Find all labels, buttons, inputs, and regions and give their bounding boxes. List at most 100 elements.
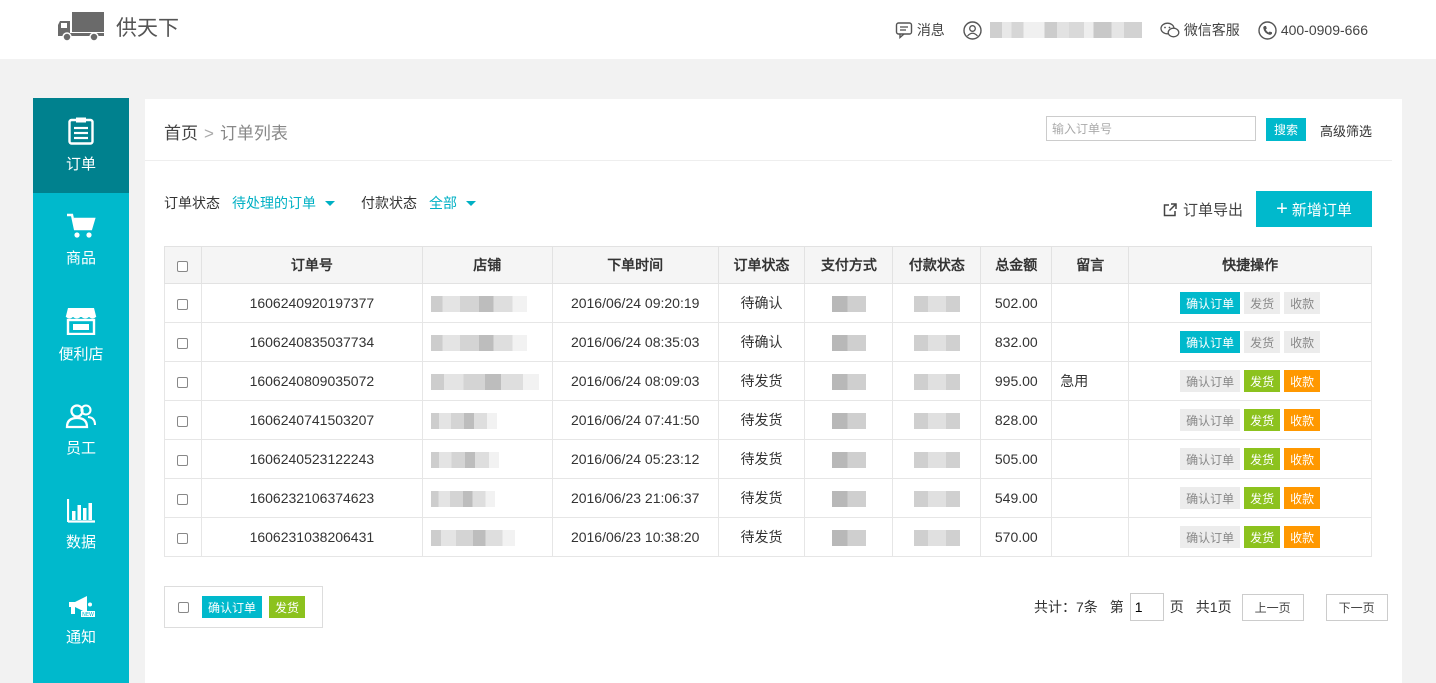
order-search-input[interactable] <box>1046 116 1256 141</box>
store-name-blurred <box>430 295 527 312</box>
row-select-cell <box>164 400 202 440</box>
store-name-blurred <box>430 451 499 468</box>
bulk-select-checkbox[interactable] <box>178 601 189 613</box>
quick-actions-cell: 确认订单 发货 收款 <box>1128 322 1372 362</box>
payment-method-cell <box>804 322 894 362</box>
order-status-value: 待处理的订单 <box>232 195 316 211</box>
wechat-support-link[interactable]: 微信客服 <box>1160 20 1240 40</box>
page-suffix: 页 <box>1169 599 1184 615</box>
order-time: 2016/06/23 21:06:37 <box>551 478 719 518</box>
sidebar-item-products[interactable]: 商品 <box>33 193 129 288</box>
sidebar-item-notifications[interactable]: NEW 通知 <box>33 573 129 668</box>
column-header: 付款状态 <box>892 246 982 284</box>
payment-status-cell <box>892 478 982 518</box>
breadcrumb-home[interactable]: 首页 <box>164 124 198 143</box>
quick-actions-cell: 确认订单 发货 收款 <box>1128 283 1372 323</box>
order-number[interactable]: 1606240523122243 <box>200 439 423 479</box>
export-orders-label: 订单导出 <box>1183 202 1244 219</box>
store-cell <box>421 439 553 479</box>
payment-method-blurred <box>831 490 866 507</box>
collect-payment-button[interactable]: 收款 <box>1284 409 1321 431</box>
export-orders-link[interactable]: 订单导出 <box>1163 199 1243 220</box>
ship-button[interactable]: 发货 <box>1244 526 1281 548</box>
ship-button[interactable]: 发货 <box>1244 370 1281 392</box>
payment-status-blurred <box>913 295 960 312</box>
truck-icon <box>58 12 104 42</box>
order-number[interactable]: 1606232106374623 <box>200 478 423 518</box>
order-time: 2016/06/24 07:41:50 <box>551 400 719 440</box>
order-number[interactable]: 1606240741503207 <box>200 400 423 440</box>
payment-method-blurred <box>831 373 866 390</box>
next-page-button[interactable]: 下一页 <box>1325 593 1388 621</box>
collect-payment-button[interactable]: 收款 <box>1284 526 1321 548</box>
sidebar-item-label: 数据 <box>65 534 96 551</box>
user-menu[interactable] <box>963 20 1142 40</box>
payment-method-cell <box>804 361 894 401</box>
payment-status-cell <box>892 283 982 323</box>
collect-payment-button: 收款 <box>1284 292 1321 314</box>
order-number[interactable]: 1606240835037734 <box>200 322 423 362</box>
store-cell <box>421 478 553 518</box>
payment-method-cell <box>804 517 894 557</box>
payment-status-cell <box>892 439 982 479</box>
order-status-dropdown[interactable]: 待处理的订单 <box>232 193 335 213</box>
pagination: 共计：7条 第 页 共1页 上一页 下一页 <box>1034 593 1388 621</box>
collect-payment-button[interactable]: 收款 <box>1284 370 1321 392</box>
row-checkbox[interactable] <box>177 493 189 505</box>
payment-method-blurred <box>831 412 866 429</box>
order-note <box>1051 439 1130 479</box>
row-checkbox[interactable] <box>177 298 189 310</box>
sidebar-item-staff[interactable]: 员工 <box>33 383 129 478</box>
quick-actions-cell: 确认订单 发货 收款 <box>1128 361 1372 401</box>
row-checkbox[interactable] <box>177 415 189 427</box>
store-name-blurred <box>430 373 539 390</box>
order-status: 待确认 <box>717 283 806 323</box>
messages-link[interactable]: 消息 <box>895 20 945 40</box>
external-link-icon <box>1163 202 1177 216</box>
table-row: 1606240920197377 2016/06/24 09:20:19 待确认… <box>164 283 1372 323</box>
phone-link[interactable]: 400-0909-666 <box>1258 20 1368 40</box>
collect-payment-button[interactable]: 收款 <box>1284 448 1321 470</box>
select-all-checkbox[interactable] <box>177 260 189 272</box>
ship-button[interactable]: 发货 <box>1244 487 1281 509</box>
order-number[interactable]: 1606240809035072 <box>200 361 423 401</box>
sidebar-item-orders[interactable]: 订单 <box>33 98 129 193</box>
bulk-ship-button[interactable]: 发货 <box>269 596 306 618</box>
order-number[interactable]: 1606240920197377 <box>200 283 423 323</box>
sidebar-item-label: 员工 <box>65 440 96 457</box>
order-note <box>1051 322 1130 362</box>
header-toolbar: 消息 微信客服 400-0909-666 <box>877 19 1368 41</box>
confirm-order-button[interactable]: 确认订单 <box>1180 331 1241 353</box>
search-button[interactable]: 搜索 <box>1266 118 1306 141</box>
order-amount: 828.00 <box>980 400 1053 440</box>
quick-actions-cell: 确认订单 发货 收款 <box>1128 517 1372 557</box>
ship-button[interactable]: 发货 <box>1244 409 1281 431</box>
store-cell <box>421 283 553 323</box>
table-row: 1606240835037734 2016/06/24 08:35:03 待确认… <box>164 322 1372 362</box>
payment-status-dropdown[interactable]: 全部 <box>429 193 476 213</box>
ship-button[interactable]: 发货 <box>1244 448 1281 470</box>
confirm-order-button[interactable]: 确认订单 <box>1180 292 1241 314</box>
order-status: 待发货 <box>717 400 806 440</box>
payment-status-blurred <box>913 490 960 507</box>
row-select-cell <box>164 517 202 557</box>
sidebar-item-data[interactable]: 数据 <box>33 478 129 573</box>
collect-payment-button[interactable]: 收款 <box>1284 487 1321 509</box>
advanced-filter-link[interactable]: 高级筛选 <box>1320 121 1372 140</box>
row-checkbox[interactable] <box>177 532 189 544</box>
order-number[interactable]: 1606231038206431 <box>200 517 423 557</box>
add-order-button[interactable]: + 新增订单 <box>1256 191 1372 227</box>
bulk-confirm-order-button[interactable]: 确认订单 <box>202 596 263 618</box>
row-checkbox[interactable] <box>177 454 189 466</box>
breadcrumb: 首页 > 订单列表 <box>164 119 288 144</box>
page-number-input[interactable] <box>1129 593 1164 621</box>
payment-status-blurred <box>913 334 960 351</box>
logo[interactable]: 供天下 <box>58 12 179 42</box>
order-amount: 505.00 <box>980 439 1053 479</box>
table-header-row: 订单号 店铺 下单时间 订单状态 支付方式 付款状态 总金额 留言 快捷操作 <box>164 246 1372 284</box>
sidebar-item-stores[interactable]: 便利店 <box>33 288 129 383</box>
prev-page-button[interactable]: 上一页 <box>1241 593 1304 621</box>
row-checkbox[interactable] <box>177 337 189 349</box>
payment-status-cell <box>892 322 982 362</box>
row-checkbox[interactable] <box>177 376 189 388</box>
